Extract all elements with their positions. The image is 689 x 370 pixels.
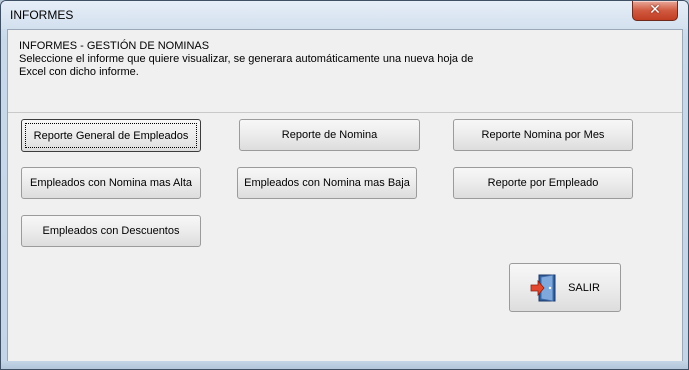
title-bar[interactable]: INFORMES ✕ xyxy=(1,1,688,29)
window-title: INFORMES xyxy=(10,8,74,22)
window-frame-bottom xyxy=(1,361,688,369)
salir-label: SALIR xyxy=(568,281,600,294)
reporte-nomina-label: Reporte de Nomina xyxy=(281,129,378,141)
exit-door-icon xyxy=(530,273,556,302)
info-line-2: Excel con dicho informe. xyxy=(19,66,139,78)
dialog-body: INFORMES - GESTIÓN DE NOMINAS Seleccione… xyxy=(7,29,683,363)
nomina-alta-button[interactable]: Empleados con Nomina mas Alta xyxy=(21,167,201,199)
salir-button[interactable]: SALIR xyxy=(509,263,621,312)
info-heading: INFORMES - GESTIÓN DE NOMINAS xyxy=(19,40,210,52)
reporte-nomina-mes-button[interactable]: Reporte Nomina por Mes xyxy=(453,119,633,151)
reporte-nomina-mes-label: Reporte Nomina por Mes xyxy=(481,129,605,141)
divider xyxy=(8,112,682,113)
close-button[interactable]: ✕ xyxy=(632,1,678,21)
nomina-baja-button[interactable]: Empleados con Nomina mas Baja xyxy=(237,167,417,199)
reporte-nomina-button[interactable]: Reporte de Nomina xyxy=(239,119,420,151)
descuentos-button[interactable]: Empleados con Descuentos xyxy=(21,215,201,247)
reporte-general-button[interactable]: Reporte General de Empleados xyxy=(21,119,201,152)
descuentos-label: Empleados con Descuentos xyxy=(42,225,180,237)
nomina-alta-label: Empleados con Nomina mas Alta xyxy=(29,177,193,189)
info-line-1: Seleccione el informe que quiere visuali… xyxy=(19,53,474,65)
reporte-empleado-label: Reporte por Empleado xyxy=(487,177,599,189)
reporte-empleado-button[interactable]: Reporte por Empleado xyxy=(453,167,633,199)
info-label: INFORMES - GESTIÓN DE NOMINAS Seleccione… xyxy=(19,40,473,79)
nomina-baja-label: Empleados con Nomina mas Baja xyxy=(244,177,410,189)
informes-dialog: INFORMES ✕ INFORMES - GESTIÓN DE NOMINAS… xyxy=(0,0,689,370)
close-icon: ✕ xyxy=(649,2,661,18)
reporte-general-label: Reporte General de Empleados xyxy=(33,129,189,142)
